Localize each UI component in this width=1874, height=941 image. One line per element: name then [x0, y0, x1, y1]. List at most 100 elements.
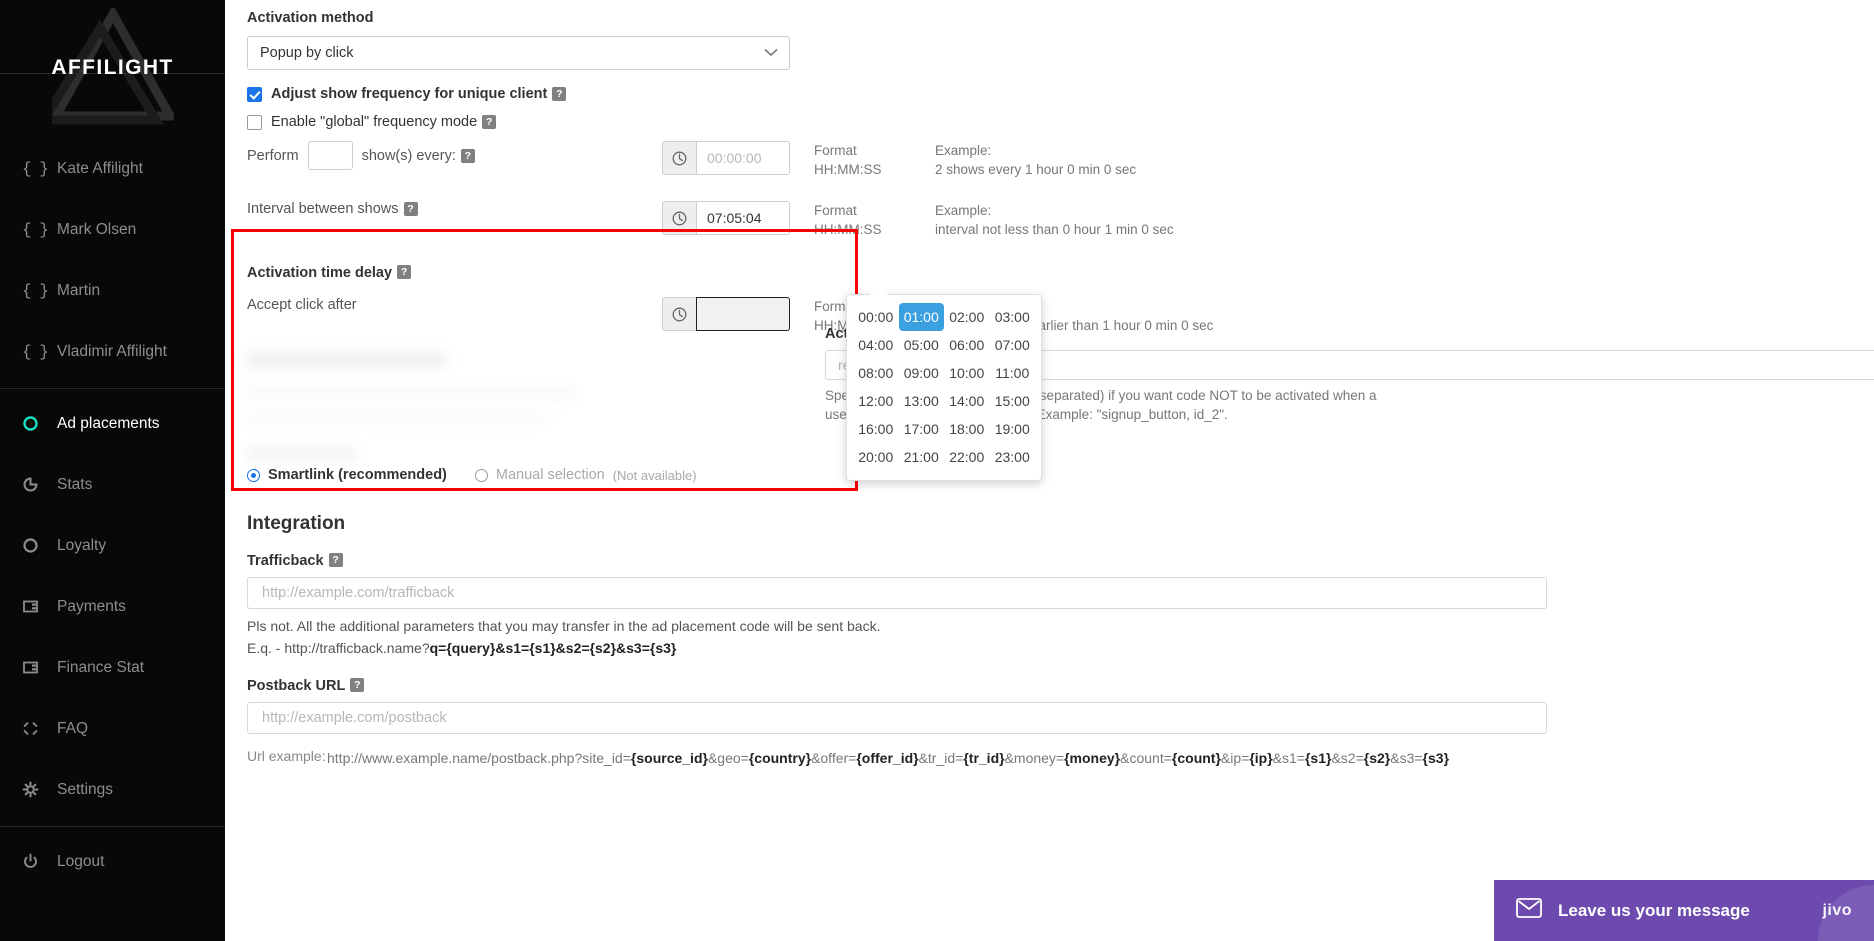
time-option[interactable]: 23:00	[990, 443, 1036, 471]
time-option[interactable]: 03:00	[990, 303, 1036, 331]
activation-method-select[interactable]: Popup by click	[247, 36, 790, 70]
brand-logo[interactable]: AFFILIGHT	[0, 0, 225, 132]
perform-format-col: Format HH:MM:SS	[790, 141, 915, 179]
time-option[interactable]: 22:00	[944, 443, 990, 471]
sidebar-item-finance-stat[interactable]: Finance Stat	[0, 637, 225, 698]
help-icon[interactable]: ?	[482, 115, 497, 129]
time-option[interactable]: 10:00	[944, 359, 990, 387]
interval-left: Interval between shows ?	[247, 201, 662, 217]
perform-time-input[interactable]: 00:00:00	[696, 141, 790, 175]
clock-icon[interactable]	[662, 201, 696, 235]
integration-title: Integration	[247, 513, 346, 534]
sidebar-item-logout[interactable]: Logout	[0, 831, 225, 892]
diamond-icon	[22, 720, 52, 737]
perform-suffix-label: show(s) every:	[361, 147, 456, 164]
time-option[interactable]: 06:00	[944, 331, 990, 359]
sidebar-item-vladimir-affilight[interactable]: { } Vladimir Affilight	[0, 321, 225, 382]
help-icon[interactable]: ?	[403, 202, 418, 216]
time-option[interactable]: 12:00	[853, 387, 899, 415]
time-option[interactable]: 15:00	[990, 387, 1036, 415]
clock-icon[interactable]	[662, 297, 696, 331]
url-example-value: http://www.example.name/postback.php?sit…	[327, 750, 1450, 766]
card-icon	[22, 659, 52, 676]
time-option[interactable]: 05:00	[899, 331, 945, 359]
card-icon	[22, 598, 52, 615]
sidebar-item-kate-affilight[interactable]: { } Kate Affilight	[0, 138, 225, 199]
time-option[interactable]: 14:00	[944, 387, 990, 415]
help-icon[interactable]: ?	[460, 148, 475, 163]
sidebar-item-label: Settings	[57, 780, 114, 798]
main-content: Activation method Popup by click Adjust …	[225, 0, 1874, 941]
perform-shows-row: Perform show(s) every: ? 00:00:00 Format…	[247, 141, 1874, 179]
time-option[interactable]: 08:00	[853, 359, 899, 387]
pie-chart-icon	[22, 476, 52, 493]
interval-label: Interval between shows	[247, 201, 399, 217]
help-icon[interactable]: ?	[328, 553, 343, 567]
postback-label: Postback URL?	[247, 678, 1874, 694]
sidebar-item-mark-olsen[interactable]: { } Mark Olsen	[0, 199, 225, 260]
time-option[interactable]: 19:00	[990, 415, 1036, 443]
time-option[interactable]: 11:00	[990, 359, 1036, 387]
format-label: Format	[814, 203, 857, 218]
adjust-frequency-checkbox[interactable]	[247, 86, 262, 102]
time-option[interactable]: 09:00	[899, 359, 945, 387]
chat-widget-text: Leave us your message	[1558, 900, 1750, 920]
sidebar-item-payments[interactable]: Payments	[0, 576, 225, 637]
trafficback-label: Trafficback?	[247, 553, 1874, 569]
time-option[interactable]: 21:00	[899, 443, 945, 471]
sidebar-item-martin[interactable]: { } Martin	[0, 260, 225, 321]
format-label: Format	[814, 143, 857, 158]
manual-selection-radio[interactable]	[474, 468, 488, 482]
accept-click-label: Accept click after	[247, 297, 357, 313]
time-option[interactable]: 18:00	[944, 415, 990, 443]
sidebar-item-label: FAQ	[57, 719, 89, 737]
sidebar-item-ad-placements[interactable]: Ad placements	[0, 393, 225, 454]
smartlink-radio[interactable]	[247, 468, 260, 482]
braces-icon: { }	[22, 220, 49, 239]
gear-icon	[22, 781, 52, 798]
circle-icon	[22, 415, 52, 432]
sidebar-item-label: Loyalty	[57, 536, 107, 554]
time-option[interactable]: 07:00	[990, 331, 1036, 359]
interval-time-input[interactable]: 07:05:04	[696, 201, 790, 235]
global-mode-checkbox[interactable]	[247, 114, 262, 130]
smartlink-label: Smartlink (recommended)	[268, 467, 447, 483]
sidebar-item-faq[interactable]: FAQ	[0, 698, 225, 759]
time-option[interactable]: 20:00	[853, 443, 899, 471]
url-example-label: Url example:	[247, 748, 326, 764]
trafficback-input[interactable]: http://example.com/trafficback	[247, 577, 1547, 609]
trafficback-example-prefix: E.q. - http://trafficback.name?	[247, 640, 430, 656]
help-icon[interactable]: ?	[397, 265, 412, 279]
envelope-icon	[1516, 898, 1544, 923]
sidebar-item-settings[interactable]: Settings	[0, 759, 225, 820]
perform-time-group: 00:00:00	[662, 141, 790, 175]
time-option[interactable]: 17:00	[899, 415, 945, 443]
perform-count-input[interactable]	[307, 141, 353, 170]
time-option[interactable]: 04:00	[853, 331, 899, 359]
sidebar-item-label: Ad placements	[57, 414, 160, 432]
time-option[interactable]: 02:00	[944, 303, 990, 331]
time-option[interactable]: 16:00	[853, 415, 899, 443]
sidebar-item-label: Finance Stat	[57, 658, 145, 676]
clock-icon[interactable]	[662, 141, 696, 175]
sidebar-item-label: Martin	[57, 281, 101, 299]
help-icon[interactable]: ?	[350, 678, 365, 692]
chat-widget[interactable]: Leave us your message jivo	[1494, 880, 1874, 941]
global-mode-row: Enable "global" frequency mode ?	[247, 114, 1874, 130]
sidebar-item-label: Stats	[57, 475, 93, 493]
example-label: Example:	[935, 203, 992, 218]
accept-click-time-input[interactable]	[696, 297, 790, 331]
sidebar-item-loyalty[interactable]: Loyalty	[0, 515, 225, 576]
sidebar-item-stats[interactable]: Stats	[0, 454, 225, 515]
interval-example-col: Example: interval not less than 0 hour 1…	[915, 201, 1874, 239]
format-value: HH:MM:SS	[814, 222, 882, 237]
interval-time-group: 07:05:04	[662, 201, 790, 235]
postback-input[interactable]: http://example.com/postback	[247, 702, 1547, 734]
sidebar-divider-bottom	[0, 826, 225, 827]
time-option[interactable]: 13:00	[899, 387, 945, 415]
time-option[interactable]: 00:00	[853, 303, 899, 331]
help-icon[interactable]: ?	[552, 87, 567, 101]
obscured-content	[247, 353, 677, 461]
global-mode-label: Enable "global" frequency mode	[271, 114, 478, 130]
time-option-selected[interactable]: 01:00	[898, 303, 944, 331]
